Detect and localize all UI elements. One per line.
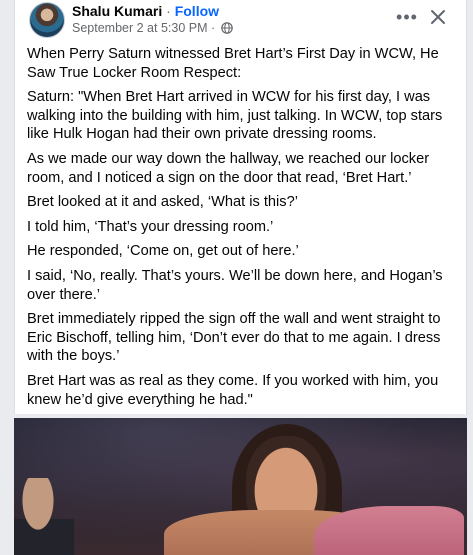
post-photo[interactable] — [14, 418, 467, 555]
separator-dot: · — [166, 3, 171, 19]
post-paragraph: I said, ‘No, really. That’s yours. We’ll… — [27, 267, 443, 303]
post-paragraph: He responded, ‘Come on, get out of here.… — [27, 243, 299, 260]
post-paragraph: Bret immediately ripped the sign off the… — [27, 311, 441, 365]
post-paragraph: When Perry Saturn witnessed Bret Hart’s … — [27, 46, 439, 81]
post-timestamp[interactable]: September 2 at 5:30 PM — [72, 21, 208, 35]
post-paragraph: Bret Hart was as real as they come. If y… — [27, 372, 439, 408]
close-icon[interactable] — [429, 8, 447, 26]
post-paragraph: Saturn: "When Bret Hart arrived in WCW f… — [27, 89, 443, 143]
globe-icon[interactable] — [220, 22, 233, 38]
photo-person-left — [14, 478, 74, 555]
post-card: Shalu Kumari · Follow September 2 at 5:3… — [14, 0, 467, 414]
author-name[interactable]: Shalu Kumari — [72, 3, 162, 19]
photo-wrestler-gear — [314, 506, 464, 555]
author-avatar[interactable] — [29, 2, 65, 38]
follow-button[interactable]: Follow — [175, 3, 219, 19]
post-body: When Perry Saturn witnessed Bret Hart’s … — [27, 45, 459, 415]
post-paragraph: Bret looked at it and asked, ‘What is th… — [27, 194, 298, 211]
post-paragraph: As we made our way down the hallway, we … — [27, 150, 430, 186]
meta-separator: · — [210, 21, 216, 35]
author-line: Shalu Kumari · Follow — [72, 3, 219, 20]
post-header: Shalu Kumari · Follow September 2 at 5:3… — [15, 0, 466, 40]
post-meta: September 2 at 5:30 PM · — [72, 21, 233, 38]
post-paragraph: I told him, ‘That’s your dressing room.’ — [27, 218, 274, 235]
more-options-button[interactable]: ••• — [396, 6, 418, 28]
